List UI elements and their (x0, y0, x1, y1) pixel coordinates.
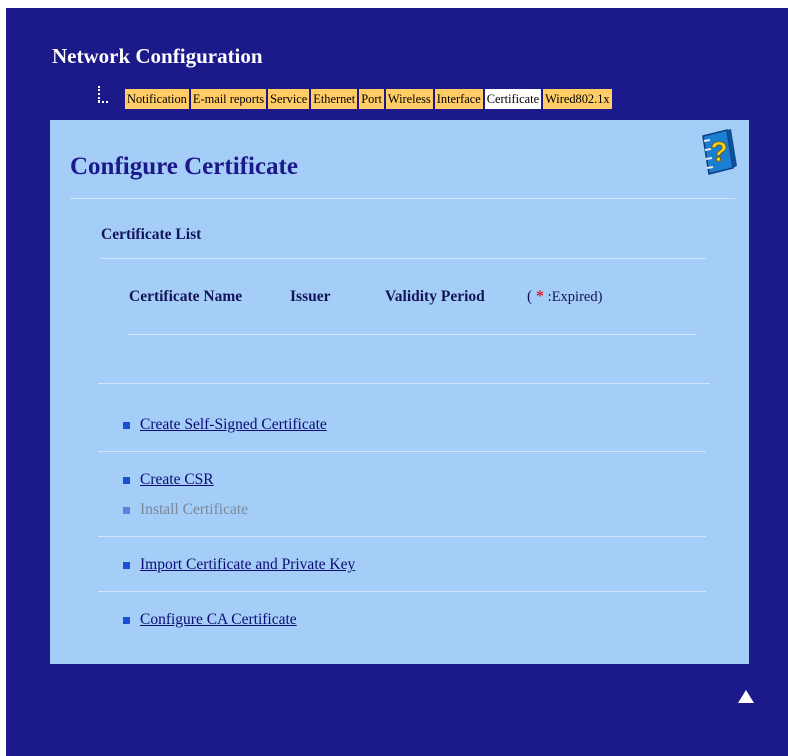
menu-import-certificate: Import Certificate and Private Key (123, 556, 355, 574)
divider (98, 591, 706, 592)
column-issuer: Issuer (290, 288, 331, 305)
square-bullet-icon (123, 421, 130, 429)
configure-ca-link[interactable]: Configure CA Certificate (140, 611, 297, 629)
tab-email-reports[interactable]: E-mail reports (190, 89, 267, 109)
expired-star-icon: * (536, 288, 544, 305)
legend-expired-text: :Expired) (547, 289, 603, 305)
divider (101, 258, 706, 259)
menu-install-certificate: Install Certificate (123, 501, 248, 519)
tab-ethernet[interactable]: Ethernet (311, 89, 358, 109)
divider (70, 198, 735, 199)
divider (98, 383, 710, 384)
svg-text:?: ? (710, 136, 727, 167)
tab-port[interactable]: Port (359, 89, 384, 109)
square-bullet-icon (123, 561, 130, 569)
menu-configure-ca: Configure CA Certificate (123, 611, 297, 629)
square-bullet-icon (123, 476, 130, 484)
divider (98, 536, 706, 537)
import-certificate-link[interactable]: Import Certificate and Private Key (140, 556, 355, 574)
network-config-frame: Network Configuration Notification E-mai… (6, 8, 788, 756)
tab-notification[interactable]: Notification (125, 89, 189, 109)
create-csr-link[interactable]: Create CSR (140, 471, 214, 489)
legend-open-paren: ( (527, 288, 533, 305)
tab-service[interactable]: Service (268, 89, 310, 109)
tab-certificate[interactable]: Certificate (484, 89, 542, 109)
tab-interface[interactable]: Interface (434, 89, 483, 109)
tab-wired8021x[interactable]: Wired802.1x (543, 89, 612, 109)
square-bullet-icon (123, 616, 130, 624)
tab-wireless[interactable]: Wireless (385, 89, 433, 109)
help-book-icon[interactable]: ? (697, 128, 741, 176)
create-self-signed-link[interactable]: Create Self-Signed Certificate (140, 416, 327, 434)
column-certificate-name: Certificate Name (129, 288, 243, 305)
expired-legend: ( * :Expired) (527, 288, 602, 306)
column-validity-period: Validity Period (385, 288, 485, 305)
content-panel: ? Configure Certificate Certificate List… (50, 120, 749, 664)
square-bullet-icon (123, 506, 130, 514)
certificate-list-heading: Certificate List (101, 226, 202, 243)
divider (128, 334, 696, 335)
install-certificate-text: Install Certificate (140, 501, 249, 518)
tab-bar: Notification E-mail reports Service Ethe… (125, 89, 612, 109)
menu-create-self-signed: Create Self-Signed Certificate (123, 416, 327, 434)
divider (98, 451, 706, 452)
back-to-top-icon[interactable] (738, 690, 754, 703)
page-title: Configure Certificate (70, 153, 298, 180)
network-configuration-title: Network Configuration (52, 44, 263, 68)
menu-create-csr: Create CSR (123, 471, 214, 489)
tree-branch-icon (98, 86, 108, 104)
